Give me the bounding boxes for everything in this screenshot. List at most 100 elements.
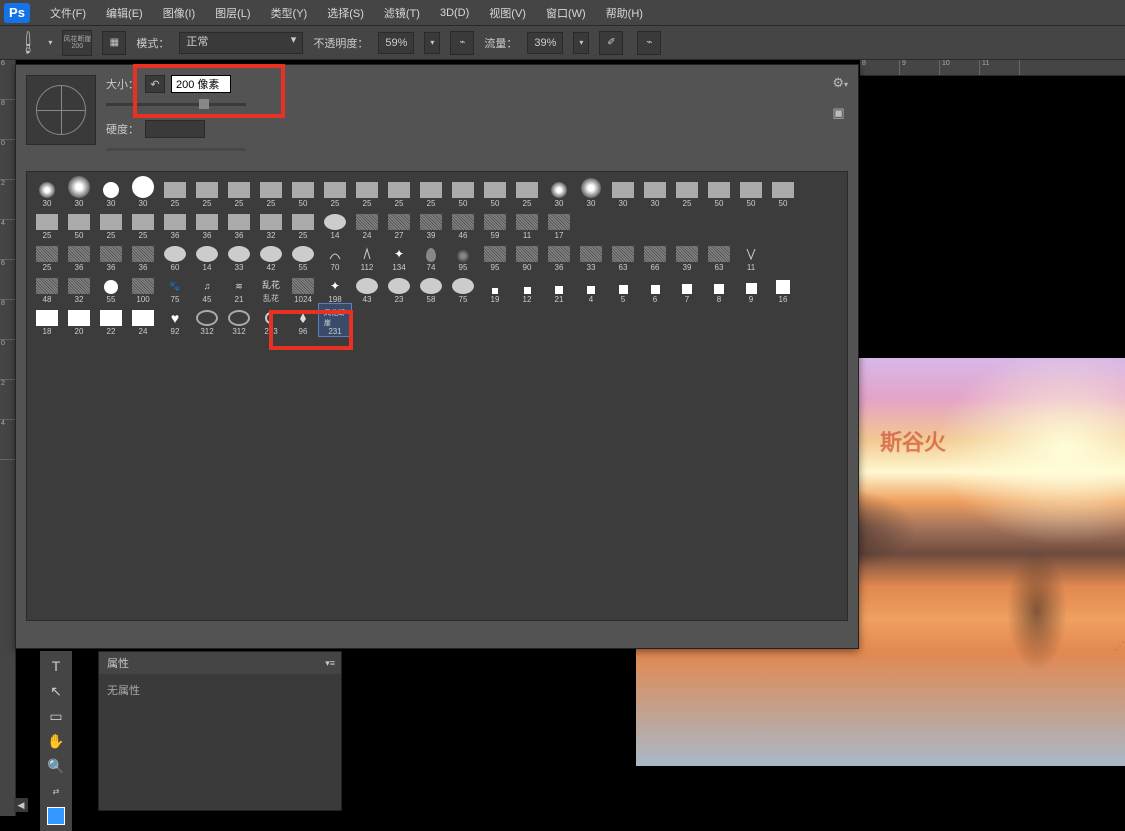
brush-preset-item[interactable]: 312 bbox=[223, 304, 255, 336]
brush-size-input[interactable] bbox=[171, 75, 231, 93]
brush-preset-item[interactable]: 25 bbox=[671, 176, 703, 208]
menu-window[interactable]: 窗口(W) bbox=[536, 1, 596, 25]
brush-preset-item[interactable]: 95 bbox=[479, 240, 511, 272]
brush-preset-item[interactable]: 30 bbox=[31, 176, 63, 208]
brush-preset-item[interactable]: 48 bbox=[31, 272, 63, 304]
brush-preset-item[interactable]: 14 bbox=[319, 208, 351, 240]
brush-preset-item[interactable]: 36 bbox=[543, 240, 575, 272]
brush-preset-item[interactable]: 50 bbox=[287, 176, 319, 208]
brush-preset-item[interactable]: 25 bbox=[415, 176, 447, 208]
brush-preset-item[interactable]: 8 bbox=[703, 272, 735, 304]
properties-tab[interactable]: 属性 bbox=[107, 655, 129, 671]
brush-preset-item[interactable]: 33 bbox=[223, 240, 255, 272]
brush-preset-item[interactable]: 16 bbox=[767, 272, 799, 304]
brush-preset-item[interactable]: 36 bbox=[127, 240, 159, 272]
brush-preset-item[interactable]: 25 bbox=[31, 208, 63, 240]
brush-preset-item[interactable]: 100 bbox=[127, 272, 159, 304]
brush-preset-item[interactable]: 36 bbox=[223, 208, 255, 240]
brush-preset-item[interactable]: 9 bbox=[735, 272, 767, 304]
brush-preset-item[interactable]: 55 bbox=[95, 272, 127, 304]
brush-preset-item[interactable]: 36 bbox=[159, 208, 191, 240]
scroll-left-button[interactable]: ◀ bbox=[14, 798, 28, 812]
color-swap-icon[interactable]: ⇄ bbox=[44, 780, 68, 802]
brush-preset-item[interactable]: 🐾75 bbox=[159, 272, 191, 304]
brush-preset-item[interactable]: 12 bbox=[511, 272, 543, 304]
brush-preset-item[interactable]: 11 bbox=[511, 208, 543, 240]
brush-preset-item[interactable]: ≋21 bbox=[223, 272, 255, 304]
brush-preset-item[interactable]: 20 bbox=[63, 304, 95, 336]
brush-preset-item[interactable]: ✦198 bbox=[319, 272, 351, 304]
brush-preset-item[interactable]: 70 bbox=[319, 240, 351, 272]
resize-grip-icon[interactable]: ⋰ bbox=[1115, 641, 1125, 652]
brush-preset-item[interactable]: 63 bbox=[703, 240, 735, 272]
brush-preset-item[interactable]: 11 bbox=[735, 240, 767, 272]
brush-preset-item-selected[interactable]: 风花断崖231 bbox=[319, 304, 351, 336]
brush-preset-item[interactable]: 36 bbox=[191, 208, 223, 240]
brush-preset-item[interactable]: 25 bbox=[223, 176, 255, 208]
brush-preset-picker[interactable]: 风花断崖 200 bbox=[62, 30, 92, 56]
brush-tool-icon[interactable]: 🖌 bbox=[14, 28, 43, 57]
brush-preset-item[interactable]: 17 bbox=[543, 208, 575, 240]
brush-preset-item[interactable]: 5 bbox=[607, 272, 639, 304]
brush-preset-item[interactable]: ♫45 bbox=[191, 272, 223, 304]
brush-preset-item[interactable]: 25 bbox=[287, 208, 319, 240]
brush-preset-item[interactable]: 50 bbox=[767, 176, 799, 208]
hardness-input[interactable] bbox=[145, 120, 205, 138]
brush-preset-item[interactable]: 4 bbox=[575, 272, 607, 304]
brush-preset-item[interactable]: 乱花乱花 bbox=[255, 272, 287, 304]
size-slider[interactable] bbox=[106, 103, 246, 106]
menu-help[interactable]: 帮助(H) bbox=[596, 1, 653, 25]
reset-size-button[interactable]: ↶ bbox=[145, 75, 165, 93]
brush-tip-preview[interactable] bbox=[26, 75, 96, 145]
brush-preset-item[interactable]: 74 bbox=[415, 240, 447, 272]
brush-preset-item[interactable]: 25 bbox=[319, 176, 351, 208]
brush-preset-item[interactable]: 25 bbox=[255, 176, 287, 208]
foreground-color[interactable] bbox=[44, 805, 68, 827]
gear-icon[interactable]: ⚙▾ bbox=[832, 75, 848, 91]
brush-preset-item[interactable]: 25 bbox=[159, 176, 191, 208]
brush-preset-item[interactable]: 39 bbox=[671, 240, 703, 272]
brush-preset-item[interactable]: 25 bbox=[127, 208, 159, 240]
brush-preset-item[interactable]: 66 bbox=[639, 240, 671, 272]
brush-preset-item[interactable]: 24 bbox=[127, 304, 159, 336]
brush-preset-item[interactable]: 25 bbox=[383, 176, 415, 208]
brush-preset-item[interactable]: 25 bbox=[511, 176, 543, 208]
brush-preset-item[interactable]: 55 bbox=[287, 240, 319, 272]
menu-filter[interactable]: 滤镜(T) bbox=[374, 1, 430, 25]
brush-preset-item[interactable]: 7 bbox=[671, 272, 703, 304]
brush-preset-item[interactable]: 23 bbox=[383, 272, 415, 304]
flow-dropdown[interactable]: ▾ bbox=[573, 32, 589, 54]
brush-preset-item[interactable]: 25 bbox=[191, 176, 223, 208]
brush-preset-item[interactable]: 30 bbox=[63, 176, 95, 208]
brush-preset-item[interactable]: 42 bbox=[255, 240, 287, 272]
opacity-pressure-button[interactable]: ⌁ bbox=[450, 31, 474, 55]
menu-view[interactable]: 视图(V) bbox=[479, 1, 536, 25]
brush-preset-item[interactable]: 1024 bbox=[287, 272, 319, 304]
new-preset-icon[interactable]: ▣ bbox=[832, 105, 848, 121]
brush-preset-item[interactable]: 50 bbox=[735, 176, 767, 208]
brush-preset-item[interactable]: 22 bbox=[95, 304, 127, 336]
menu-3d[interactable]: 3D(D) bbox=[430, 3, 479, 23]
opacity-dropdown[interactable]: ▾ bbox=[424, 32, 440, 54]
airbrush-button[interactable]: ✐ bbox=[599, 31, 623, 55]
brush-preset-item[interactable]: 59 bbox=[479, 208, 511, 240]
brush-preset-item[interactable]: 18 bbox=[31, 304, 63, 336]
brush-preset-item[interactable]: ✦134 bbox=[383, 240, 415, 272]
brush-preset-item[interactable]: 21 bbox=[543, 272, 575, 304]
brush-preset-item[interactable]: 30 bbox=[607, 176, 639, 208]
brush-preset-item[interactable]: 39 bbox=[415, 208, 447, 240]
brush-preset-item[interactable]: 96 bbox=[287, 304, 319, 336]
brush-preset-item[interactable]: 32 bbox=[255, 208, 287, 240]
brush-preset-item[interactable]: 253 bbox=[255, 304, 287, 336]
brush-preset-item[interactable]: 14 bbox=[191, 240, 223, 272]
brush-preset-item[interactable]: 25 bbox=[351, 176, 383, 208]
brush-preset-item[interactable]: 30 bbox=[127, 176, 159, 208]
zoom-tool[interactable]: 🔍 bbox=[44, 755, 68, 777]
panel-menu-icon[interactable]: ▾≡ bbox=[325, 658, 335, 669]
hardness-slider[interactable] bbox=[106, 148, 246, 151]
brush-preset-item[interactable]: 25 bbox=[31, 240, 63, 272]
type-tool[interactable]: T bbox=[44, 655, 68, 677]
brush-preset-item[interactable]: 50 bbox=[703, 176, 735, 208]
menu-edit[interactable]: 编辑(E) bbox=[96, 1, 153, 25]
brush-preset-item[interactable]: 30 bbox=[543, 176, 575, 208]
